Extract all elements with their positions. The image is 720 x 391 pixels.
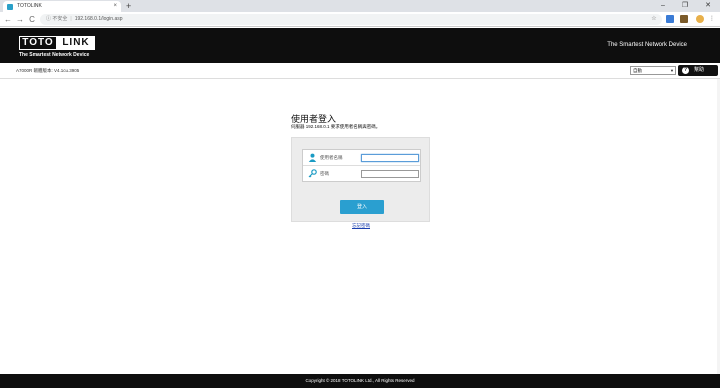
help-label: 幫助 — [694, 67, 705, 73]
browser-menu-icon[interactable]: ⋮ — [708, 15, 716, 23]
page-footer: Copyright © 2018 TOTOLINK Ltd., All Righ… — [0, 374, 720, 388]
info-bar: A7000R 韌體版本: V4.1cu.3905 自動 ▼ ? 幫助 — [0, 63, 720, 79]
forgot-password-link[interactable]: 忘記密碼 — [352, 223, 370, 229]
router-header: TOTO LINK The Smartest Network Device Th… — [0, 28, 720, 63]
password-input[interactable] — [361, 170, 419, 178]
security-indicator[interactable]: ⓘ 不安全 — [46, 16, 67, 22]
close-window-button[interactable]: ✕ — [699, 0, 717, 12]
help-icon: ? — [682, 67, 689, 74]
login-button[interactable]: 登入 — [340, 200, 384, 214]
forward-button[interactable]: → — [15, 12, 25, 27]
tab-close-icon[interactable]: × — [113, 1, 117, 12]
reload-button[interactable]: C — [27, 12, 37, 27]
chevron-down-icon: ▼ — [670, 68, 674, 73]
extension-icon[interactable] — [680, 15, 688, 23]
tab-title: TOTOLINK — [17, 3, 42, 9]
password-label: 密碼 — [320, 171, 329, 176]
url-input[interactable]: ⓘ 不安全 | 192.168.0.1/login.asp — [40, 14, 662, 25]
login-form: 使用者名稱 密碼 — [302, 149, 421, 182]
copyright-text: Copyright © 2018 TOTOLINK Ltd., All Righ… — [305, 378, 415, 383]
logo-subtitle: The Smartest Network Device — [19, 52, 90, 58]
username-input[interactable] — [361, 154, 419, 162]
minimize-button[interactable]: – — [654, 0, 672, 12]
back-button[interactable]: ← — [3, 12, 13, 27]
url-text: 192.168.0.1/login.asp — [74, 16, 123, 22]
username-label: 使用者名稱 — [320, 155, 343, 160]
profile-avatar[interactable] — [696, 15, 704, 23]
logo-text-right: LINK — [57, 36, 95, 50]
username-row: 使用者名稱 — [303, 150, 420, 166]
password-row: 密碼 — [303, 166, 420, 182]
language-select[interactable]: 自動 ▼ — [630, 66, 676, 75]
favicon-icon — [7, 4, 13, 10]
login-description: 伺服器 192.168.0.1 要求使用者名稱與密碼。 — [291, 124, 381, 129]
browser-tab[interactable]: TOTOLINK × — [3, 1, 121, 12]
extension-icon[interactable] — [666, 15, 674, 23]
maximize-button[interactable]: ❐ — [676, 0, 694, 12]
new-tab-button[interactable]: + — [126, 0, 131, 12]
bookmark-star-icon[interactable]: ☆ — [650, 15, 658, 23]
divider: | — [70, 16, 72, 22]
browser-tab-bar: TOTOLINK × + – ❐ ✕ — [0, 0, 720, 12]
language-selected: 自動 — [633, 68, 642, 73]
user-icon — [308, 153, 317, 162]
login-panel: 使用者名稱 密碼 登入 — [291, 137, 430, 222]
address-bar-row: ← → C ⓘ 不安全 | 192.168.0.1/login.asp ☆ ⋮ — [0, 12, 720, 27]
help-button[interactable]: ? 幫助 — [678, 65, 718, 76]
firmware-info: A7000R 韌體版本: V4.1cu.3905 — [16, 68, 80, 73]
totolink-logo: TOTO LINK — [19, 36, 95, 50]
logo-text-left: TOTO — [19, 36, 57, 50]
header-tagline: The Smartest Network Device — [607, 42, 687, 48]
key-icon — [308, 169, 317, 178]
